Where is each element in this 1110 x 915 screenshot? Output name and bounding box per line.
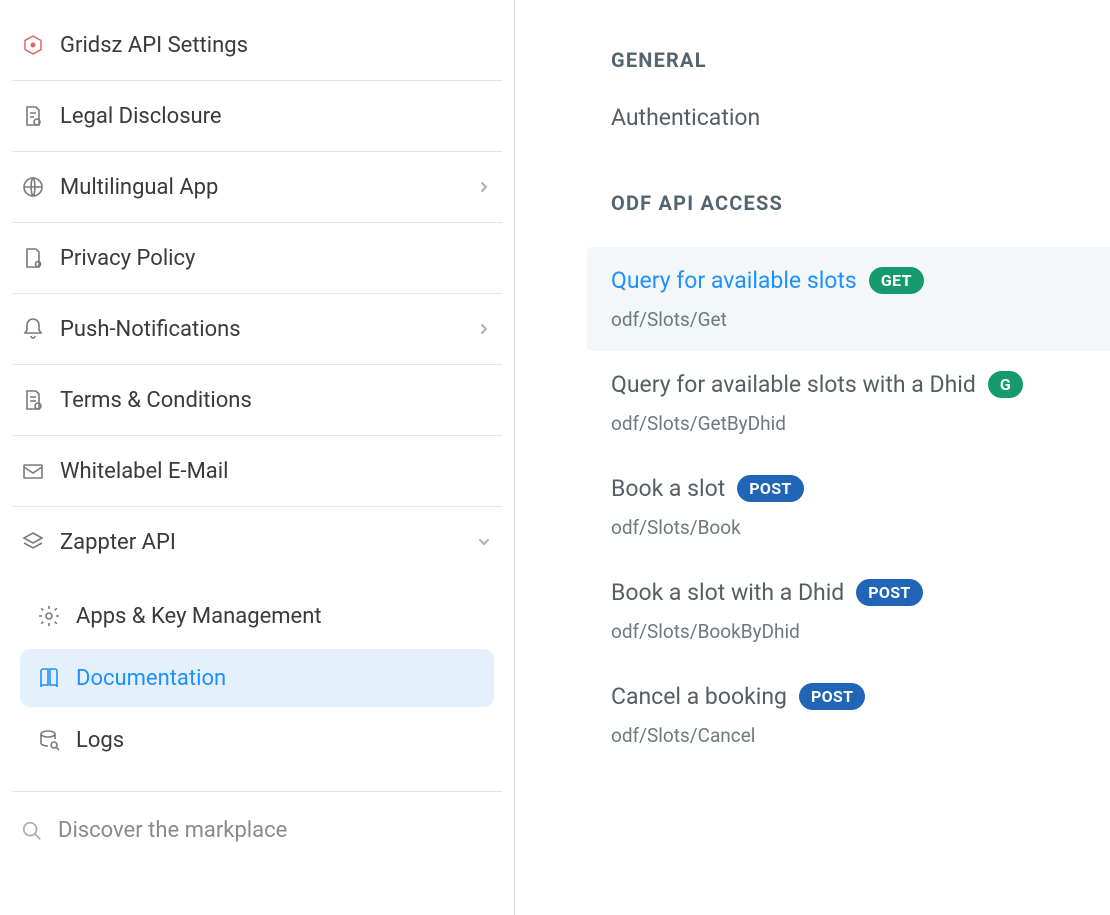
api-item-title: Book a slot with a Dhid (611, 579, 844, 606)
sub-item-label: Logs (76, 728, 124, 753)
sidebar-item-multilingual-app[interactable]: Multilingual App (12, 152, 502, 223)
api-item-path: odf/Slots/BookByDhid (611, 620, 1086, 643)
grid-icon (20, 32, 46, 58)
sidebar-item-gridsz-api-settings[interactable]: Gridsz API Settings (12, 10, 502, 81)
discover-marketplace-link[interactable]: Discover the markplace (12, 792, 502, 843)
shield-document-icon (20, 245, 46, 271)
globe-icon (20, 174, 46, 200)
document-check-icon (20, 387, 46, 413)
api-item-title: Book a slot (611, 475, 725, 502)
http-method-badge: G (988, 371, 1023, 398)
sidebar-inner: Gridsz API Settings Legal Disclosure Mul… (0, 10, 514, 843)
section-heading-general: GENERAL (611, 48, 1110, 72)
stack-icon (20, 529, 46, 555)
search-icon (20, 819, 44, 843)
http-method-badge: POST (856, 579, 922, 606)
api-item-title-row: Cancel a booking POST (611, 683, 1086, 710)
sidebar-item-push-notifications[interactable]: Push-Notifications (12, 294, 502, 365)
section-heading-odf: ODF API ACCESS (611, 191, 1110, 215)
sidebar-item-whitelabel-email[interactable]: Whitelabel E-Mail (12, 436, 502, 507)
section-odf-api-access: ODF API ACCESS Query for available slots… (611, 191, 1110, 767)
sidebar-sublist-zappter-api: Apps & Key Management Documentation (12, 577, 502, 792)
sidebar-item-label: Zappter API (60, 530, 460, 555)
sidebar-item-label: Gridsz API Settings (60, 33, 494, 58)
sidebar-item-label: Push-Notifications (60, 317, 460, 342)
api-item-path: odf/Slots/GetByDhid (611, 412, 1086, 435)
sub-item-documentation[interactable]: Documentation (20, 649, 494, 707)
http-method-badge: POST (799, 683, 865, 710)
sidebar-item-terms-conditions[interactable]: Terms & Conditions (12, 365, 502, 436)
api-list: Query for available slots GET odf/Slots/… (611, 247, 1110, 767)
document-info-icon (20, 103, 46, 129)
api-item-title-row: Book a slot POST (611, 475, 1086, 502)
api-item-path: odf/Slots/Cancel (611, 724, 1086, 747)
api-link-authentication[interactable]: Authentication (611, 104, 1110, 131)
api-item-title-row: Query for available slots GET (611, 267, 1086, 294)
discover-label: Discover the markplace (58, 818, 287, 843)
api-item-path: odf/Slots/Get (611, 308, 1086, 331)
sidebar-item-privacy-policy[interactable]: Privacy Policy (12, 223, 502, 294)
api-item-title: Cancel a booking (611, 683, 787, 710)
sidebar-item-label: Legal Disclosure (60, 104, 494, 129)
sub-item-logs[interactable]: Logs (20, 711, 494, 769)
api-item-title: Query for available slots with a Dhid (611, 371, 976, 398)
sub-item-label: Apps & Key Management (76, 604, 322, 629)
api-item-title-row: Query for available slots with a Dhid G (611, 371, 1086, 398)
http-method-badge: POST (737, 475, 803, 502)
database-search-icon (36, 727, 62, 753)
api-item-book-slot-dhid[interactable]: Book a slot with a Dhid POST odf/Slots/B… (587, 559, 1110, 663)
api-item-cancel-booking[interactable]: Cancel a booking POST odf/Slots/Cancel (587, 663, 1110, 767)
api-item-query-available-slots[interactable]: Query for available slots GET odf/Slots/… (587, 247, 1110, 351)
sidebar-item-legal-disclosure[interactable]: Legal Disclosure (12, 81, 502, 152)
chevron-right-icon (474, 319, 494, 339)
sidebar-item-label: Multilingual App (60, 175, 460, 200)
section-general: GENERAL Authentication (611, 48, 1110, 131)
chevron-down-icon (474, 532, 494, 552)
http-method-badge: GET (869, 267, 924, 294)
sidebar-item-label: Whitelabel E-Mail (60, 459, 494, 484)
sidebar: Gridsz API Settings Legal Disclosure Mul… (0, 0, 515, 915)
sidebar-item-zappter-api[interactable]: Zappter API (12, 507, 502, 577)
bell-icon (20, 316, 46, 342)
api-item-query-available-slots-dhid[interactable]: Query for available slots with a Dhid G … (587, 351, 1110, 455)
content-pane: GENERAL Authentication ODF API ACCESS Qu… (515, 0, 1110, 915)
sub-item-apps-key-management[interactable]: Apps & Key Management (20, 587, 494, 645)
api-item-title-row: Book a slot with a Dhid POST (611, 579, 1086, 606)
api-item-path: odf/Slots/Book (611, 516, 1086, 539)
chevron-right-icon (474, 177, 494, 197)
api-item-title: Query for available slots (611, 267, 857, 294)
sidebar-item-label: Privacy Policy (60, 246, 494, 271)
api-item-book-slot[interactable]: Book a slot POST odf/Slots/Book (587, 455, 1110, 559)
sidebar-item-label: Terms & Conditions (60, 388, 494, 413)
sub-item-label: Documentation (76, 666, 226, 691)
api-link-label: Authentication (611, 104, 760, 131)
book-icon (36, 665, 62, 691)
envelope-icon (20, 458, 46, 484)
gear-icon (36, 603, 62, 629)
